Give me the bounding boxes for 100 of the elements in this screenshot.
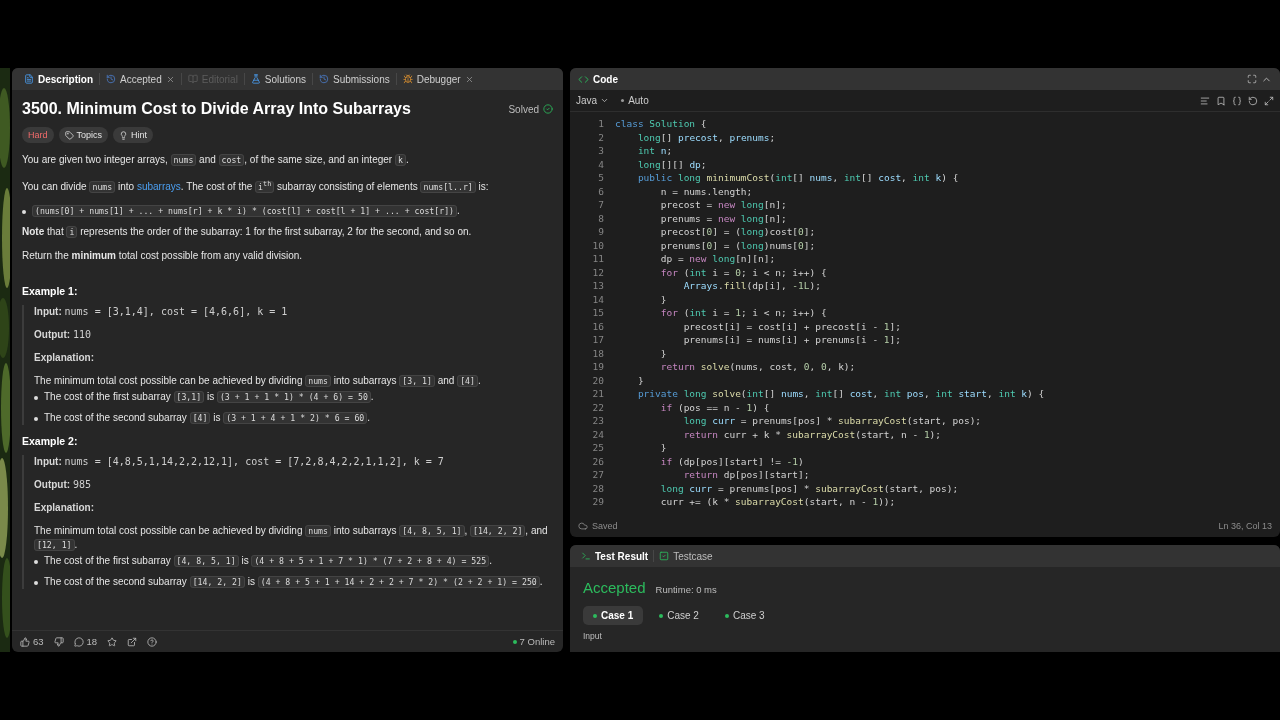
expand-icon[interactable]	[1264, 95, 1274, 106]
status-dot	[512, 639, 517, 644]
line-number: 9	[597, 226, 604, 238]
code-line: }	[659, 293, 667, 305]
terminal-icon	[581, 551, 591, 561]
line-number: 1	[597, 118, 604, 130]
tab-icon	[402, 74, 413, 84]
fullscreen-icon[interactable]	[1247, 74, 1257, 84]
bullet-icon	[34, 395, 38, 400]
case-tab[interactable]: Case 1	[583, 606, 644, 625]
bullet-icon	[34, 559, 38, 564]
thumbs-up-icon	[20, 636, 30, 647]
case-tab[interactable]: Case 2	[649, 606, 709, 625]
tab-icon	[106, 74, 116, 84]
line-number: 26	[591, 455, 604, 467]
line-number: 15	[591, 307, 604, 319]
panel-tab[interactable]: Solutions	[243, 73, 312, 85]
lightbulb-icon	[119, 130, 129, 140]
line-number: 7	[597, 199, 604, 211]
line-number: 16	[591, 320, 604, 332]
close-icon[interactable]	[165, 74, 175, 84]
bullet-icon	[34, 580, 38, 585]
star-icon[interactable]	[107, 636, 118, 647]
code-line: prenums[0] = (long)nums[0];	[659, 239, 816, 251]
panel-tab[interactable]: Accepted	[99, 73, 181, 85]
runtime: Runtime: 0 ms	[655, 584, 717, 595]
case-tab[interactable]: Case 3	[714, 606, 775, 625]
dot-icon	[621, 99, 625, 102]
braces-icon[interactable]	[1232, 95, 1242, 106]
code-line: dp = new long[n][n];	[659, 253, 776, 265]
line-number: 18	[591, 347, 604, 359]
panel-tab[interactable]: Test Result	[576, 545, 654, 567]
bullet-text: (nums[0] + nums[1] + ... + nums[r] + k * i) * (cost[l] + cost[l + 1] + ... + cost[r]) .	[32, 203, 460, 218]
verdict: Accepted	[583, 579, 646, 596]
description-paragraph: Note that i represents the order of the subarray: 1 for the first subarray, 2 for the second, and so on.	[22, 224, 473, 239]
comments-button[interactable]: 18	[73, 636, 98, 647]
bullet-text: The cost of the first subarray [4, 8, 5, 1] is (4 + 8 + 5 + 1 + 7 * 1) * (7 + 2 + 8 + 4) = 525 .	[44, 553, 492, 568]
format-icon[interactable]	[1200, 95, 1210, 106]
explanation-label: Explanation:	[34, 500, 95, 515]
line-number: 29	[591, 496, 604, 508]
tab-icon	[24, 74, 34, 84]
panel-tab[interactable]: Debugger	[395, 73, 480, 85]
code-line: if (pos == n - 1) {	[659, 401, 770, 413]
solved-status: Solved	[508, 103, 539, 115]
tag-chip[interactable]: Hint	[113, 127, 154, 143]
code-line: for (int i = 1; i < n; i++) {	[659, 307, 827, 319]
output-text: Output: 985	[34, 477, 92, 492]
line-number: 21	[591, 388, 604, 400]
link[interactable]: subarrays	[136, 180, 181, 192]
code-line: curr += (k * subarrayCost(start, n - 1));	[659, 496, 896, 508]
tag-chip[interactable]: Hard	[22, 127, 54, 143]
code-line: return dp[pos][start];	[682, 469, 810, 481]
code-line: precost[i] = cost[i] + precost[i - 1];	[682, 320, 901, 332]
help-icon[interactable]	[147, 636, 158, 647]
panel-tab[interactable]: Description	[18, 68, 99, 90]
input-text: Input: nums = [3,1,4], cost = [4,6,6], k = 1	[34, 304, 289, 319]
panel-title: Code	[593, 73, 618, 85]
explanation-text: The minimum total cost possible can be achieved by dividing nums into subarrays [4, 8, 5, 1] , [14, 2, 2] , and [12, 1] .	[34, 523, 549, 552]
panel-tab[interactable]: Testcase	[653, 550, 718, 562]
code-icon	[578, 73, 589, 85]
code-line: public long minimumCost(int[] nums, int[] cost, int k) {	[636, 172, 959, 184]
code-line: return solve(nums, cost, 0, 0, k);	[659, 361, 856, 373]
line-number: 6	[597, 185, 604, 197]
code-line: int n;	[636, 145, 673, 157]
line-number: 14	[591, 293, 604, 305]
line-number: 5	[597, 172, 604, 184]
mode-label[interactable]: Auto	[628, 95, 649, 106]
code-line: class Solution {	[615, 118, 707, 130]
tag-icon	[64, 130, 74, 140]
tag-chip[interactable]: Topics	[58, 127, 109, 143]
code-line: long[][] dp;	[636, 158, 707, 170]
bookmark-icon[interactable]	[1216, 95, 1226, 106]
line-number: 12	[591, 266, 604, 278]
description-paragraph: Return the minimum total cost possible from any valid division.	[22, 248, 304, 263]
problem-title: 3500. Minimum Cost to Divide Array Into Subarrays	[22, 100, 411, 118]
language-select[interactable]: Java	[576, 95, 610, 106]
code-line: Arrays.fill(dp[i], -1L);	[682, 280, 821, 292]
line-number: 8	[597, 212, 604, 224]
line-number: 19	[591, 361, 604, 373]
like-button[interactable]: 63	[20, 636, 44, 647]
thumbs-down-icon[interactable]	[53, 636, 64, 647]
explanation-label: Explanation:	[34, 350, 95, 365]
share-icon[interactable]	[127, 636, 138, 647]
example-title: Example 2:	[22, 434, 79, 447]
bullet-text: The cost of the second subarray [14, 2, 2] is (4 + 8 + 5 + 1 + 14 + 2 + 2 + 7 * 2) * (2 + 2 + 1) = 250 .	[44, 574, 543, 589]
close-icon[interactable]	[464, 74, 474, 84]
panel-tab[interactable]: Submissions	[312, 73, 396, 85]
bullet-text: The cost of the first subarray [3,1] is (3 + 1 + 1 * 1) * (4 + 6) = 50 .	[44, 389, 374, 404]
undo-icon[interactable]	[1248, 95, 1258, 106]
explanation-text: The minimum total cost possible can be achieved by dividing nums into subarrays [3, 1] and [4] .	[34, 373, 482, 388]
output-text: Output: 110	[34, 327, 92, 342]
cursor-position: Ln 36, Col 13	[1218, 521, 1272, 531]
input-text: Input: nums = [4,8,5,1,14,2,2,12,1], cost = [7,2,8,4,2,2,1,1,2], k = 7	[34, 454, 445, 469]
line-number: 27	[591, 469, 604, 481]
code-line: long curr = prenums[pos] * subarrayCost(start, pos);	[682, 415, 982, 427]
code-line: long curr = prenums[pos] * subarrayCost(start, pos);	[659, 482, 959, 494]
line-number: 3	[597, 145, 604, 157]
online-count: 7 Online	[519, 636, 555, 647]
line-number: 10	[591, 239, 604, 251]
input-label: Input	[582, 630, 603, 641]
